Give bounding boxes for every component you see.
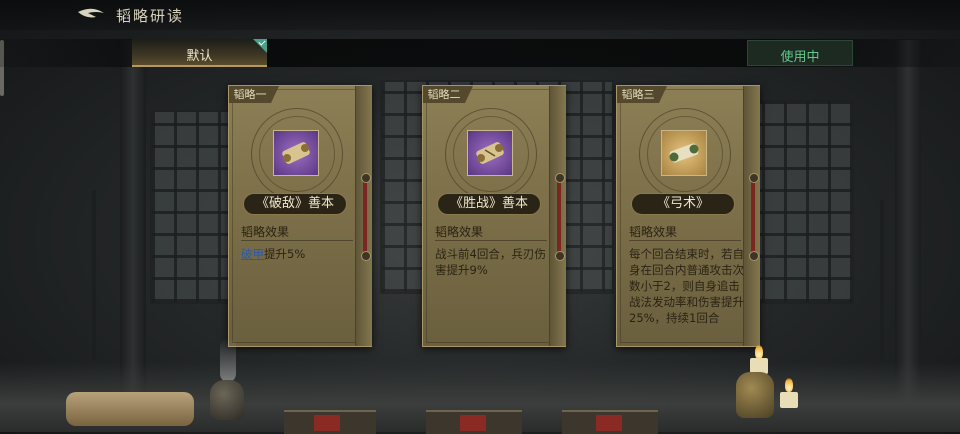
candle-flame	[755, 345, 763, 359]
scroll-item-icon[interactable]	[273, 130, 319, 176]
candle-icon	[780, 392, 798, 408]
card-title: 《破敌》善本	[243, 193, 347, 215]
section-title: 韬略效果	[241, 225, 290, 239]
scroll-item-icon[interactable]	[467, 130, 513, 176]
card-tag: 韬略一	[229, 86, 279, 103]
candle-flame	[785, 378, 793, 392]
card-title: 《弓术》	[631, 193, 735, 215]
effect-text: 战斗前4回合，兵刃伤害提升9%	[435, 247, 546, 277]
scroll-item-icon[interactable]	[661, 130, 707, 176]
effect-rest: 提升5%	[264, 247, 306, 261]
section-title: 韬略效果	[435, 225, 484, 239]
effect-keyword-link[interactable]: 破甲	[241, 247, 264, 261]
scroll-icon	[669, 143, 699, 163]
back-arrow-icon[interactable]	[76, 7, 106, 23]
incense-smoke	[220, 338, 236, 382]
rope-ornament	[361, 173, 371, 261]
top-bar: 韬略研读	[0, 0, 960, 30]
scroll-bundle	[66, 392, 194, 426]
check-icon	[253, 38, 267, 53]
effect-text: 每个回合结束时，若自身在回合内普通攻击次数小于2，则自身追击战法发动率和伤害提升…	[629, 247, 744, 325]
tab-default[interactable]: 默认	[132, 38, 267, 67]
effect-text: 破甲提升5%	[241, 246, 359, 262]
card-side-rail	[549, 86, 566, 346]
rope-ornament	[555, 173, 565, 261]
card-title: 《胜战》善本	[437, 193, 541, 215]
card-side-rail	[355, 86, 372, 346]
divider	[241, 240, 353, 241]
incense-burner	[210, 380, 244, 420]
in-use-label: 使用中	[780, 50, 820, 65]
divider	[629, 240, 741, 241]
strategy-card-1[interactable]: 韬略一 《破敌》善本 韬略效果 破甲提升5%	[228, 85, 372, 347]
divider	[435, 240, 547, 241]
card-tag: 韬略二	[423, 86, 473, 103]
strategy-card-3[interactable]: 韬略三 《弓术》 韬略效果 每个回合结束时，若自身在回合内普通攻击次数小于2，则…	[616, 85, 760, 347]
card-tag: 韬略三	[617, 86, 667, 103]
rope-ornament	[749, 173, 759, 261]
scroll-icon	[476, 142, 504, 164]
scroll-icon	[282, 142, 310, 164]
strategy-card-2[interactable]: 韬略二 《胜战》善本 韬略效果 战斗前4回合，兵刃伤害提升9%	[422, 85, 566, 347]
book	[426, 410, 522, 434]
book	[284, 410, 376, 434]
page-title: 韬略研读	[116, 7, 185, 25]
ornament-statue	[736, 372, 774, 418]
book	[562, 410, 658, 434]
section-title: 韬略效果	[629, 225, 678, 239]
in-use-button[interactable]: 使用中	[747, 40, 853, 66]
tab-default-label: 默认	[186, 49, 213, 64]
